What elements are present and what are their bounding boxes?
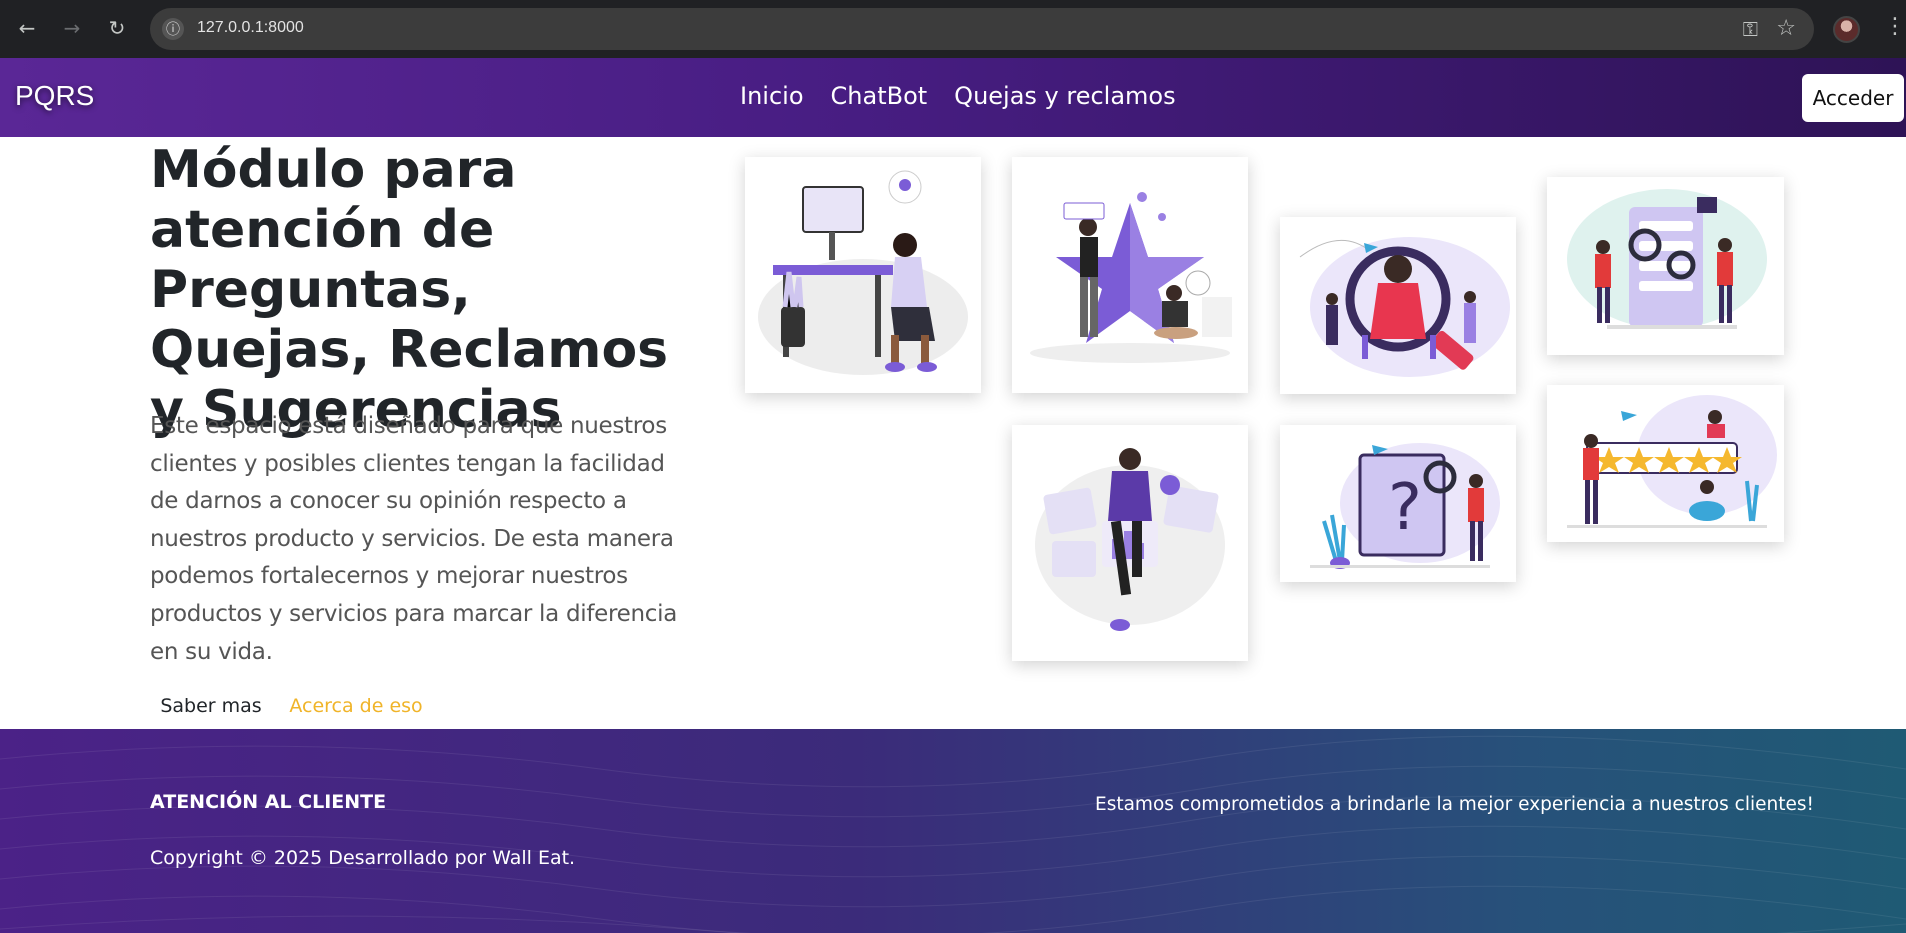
nav-link-chatbot[interactable]: ChatBot bbox=[831, 82, 928, 110]
site-navbar: PQRS Inicio ChatBot Quejas y reclamos Ac… bbox=[0, 58, 1906, 137]
footer-heading: ATENCIÓN AL CLIENTE bbox=[150, 791, 387, 813]
site-info-icon[interactable]: ⓘ bbox=[162, 18, 184, 40]
learn-more-button[interactable]: Saber mas bbox=[150, 690, 272, 722]
wave-lines-background bbox=[0, 735, 1906, 933]
illustration-card-reviews bbox=[1547, 385, 1784, 542]
site-footer: ATENCIÓN AL CLIENTE Copyright © 2025 Des… bbox=[0, 729, 1906, 933]
nav-links: Inicio ChatBot Quejas y reclamos bbox=[740, 82, 1176, 110]
question-mark-illustration: ? bbox=[1310, 443, 1500, 569]
footer-copyright: Copyright © 2025 Desarrollado por Wall E… bbox=[150, 847, 576, 869]
forward-arrow-icon[interactable]: → bbox=[58, 14, 86, 42]
reload-icon[interactable]: ↻ bbox=[103, 14, 131, 42]
document-review-illustration bbox=[1567, 189, 1767, 329]
illustration-card-question: ? bbox=[1280, 425, 1516, 582]
about-button[interactable]: Acerca de eso bbox=[286, 690, 426, 722]
illustration-card-magnifier-woman bbox=[1280, 217, 1516, 394]
brand-logo[interactable]: PQRS bbox=[15, 80, 94, 112]
browser-toolbar: ← → ↻ ⓘ 127.0.0.1:8000 ⚿ ☆ ⋮ bbox=[0, 0, 1906, 58]
woman-magnifier-illustration bbox=[1299, 237, 1510, 377]
illustration-card-desk bbox=[745, 157, 981, 393]
illustration-card-dashboard-man bbox=[1012, 425, 1248, 661]
login-button[interactable]: Acceder bbox=[1802, 74, 1904, 122]
man-dashboard-illustration bbox=[1035, 448, 1225, 631]
url-text[interactable]: 127.0.0.1:8000 bbox=[197, 19, 304, 37]
svg-text:?: ? bbox=[1388, 471, 1422, 545]
kebab-menu-icon[interactable]: ⋮ bbox=[1884, 14, 1906, 39]
star-icon[interactable]: ☆ bbox=[1776, 16, 1796, 41]
nav-link-inicio[interactable]: Inicio bbox=[740, 82, 804, 110]
illustration-card-document-review bbox=[1547, 177, 1784, 355]
profile-avatar[interactable] bbox=[1833, 16, 1860, 43]
nav-link-quejas[interactable]: Quejas y reclamos bbox=[954, 82, 1175, 110]
five-star-review-illustration bbox=[1567, 395, 1777, 528]
footer-tagline: Estamos comprometidos a brindarle la mej… bbox=[1095, 794, 1814, 815]
page-title: Módulo para atención de Preguntas, Queja… bbox=[150, 140, 669, 440]
illustration-card-star bbox=[1012, 157, 1248, 393]
key-icon[interactable]: ⚿ bbox=[1743, 17, 1758, 41]
address-bar[interactable]: ⓘ 127.0.0.1:8000 ⚿ ☆ bbox=[150, 8, 1814, 50]
back-arrow-icon[interactable]: ← bbox=[13, 14, 41, 42]
star-rating-illustration bbox=[1030, 192, 1232, 363]
hero-description: Este espacio está diseñado para que nues… bbox=[150, 413, 677, 665]
woman-at-desk-illustration bbox=[758, 170, 968, 375]
